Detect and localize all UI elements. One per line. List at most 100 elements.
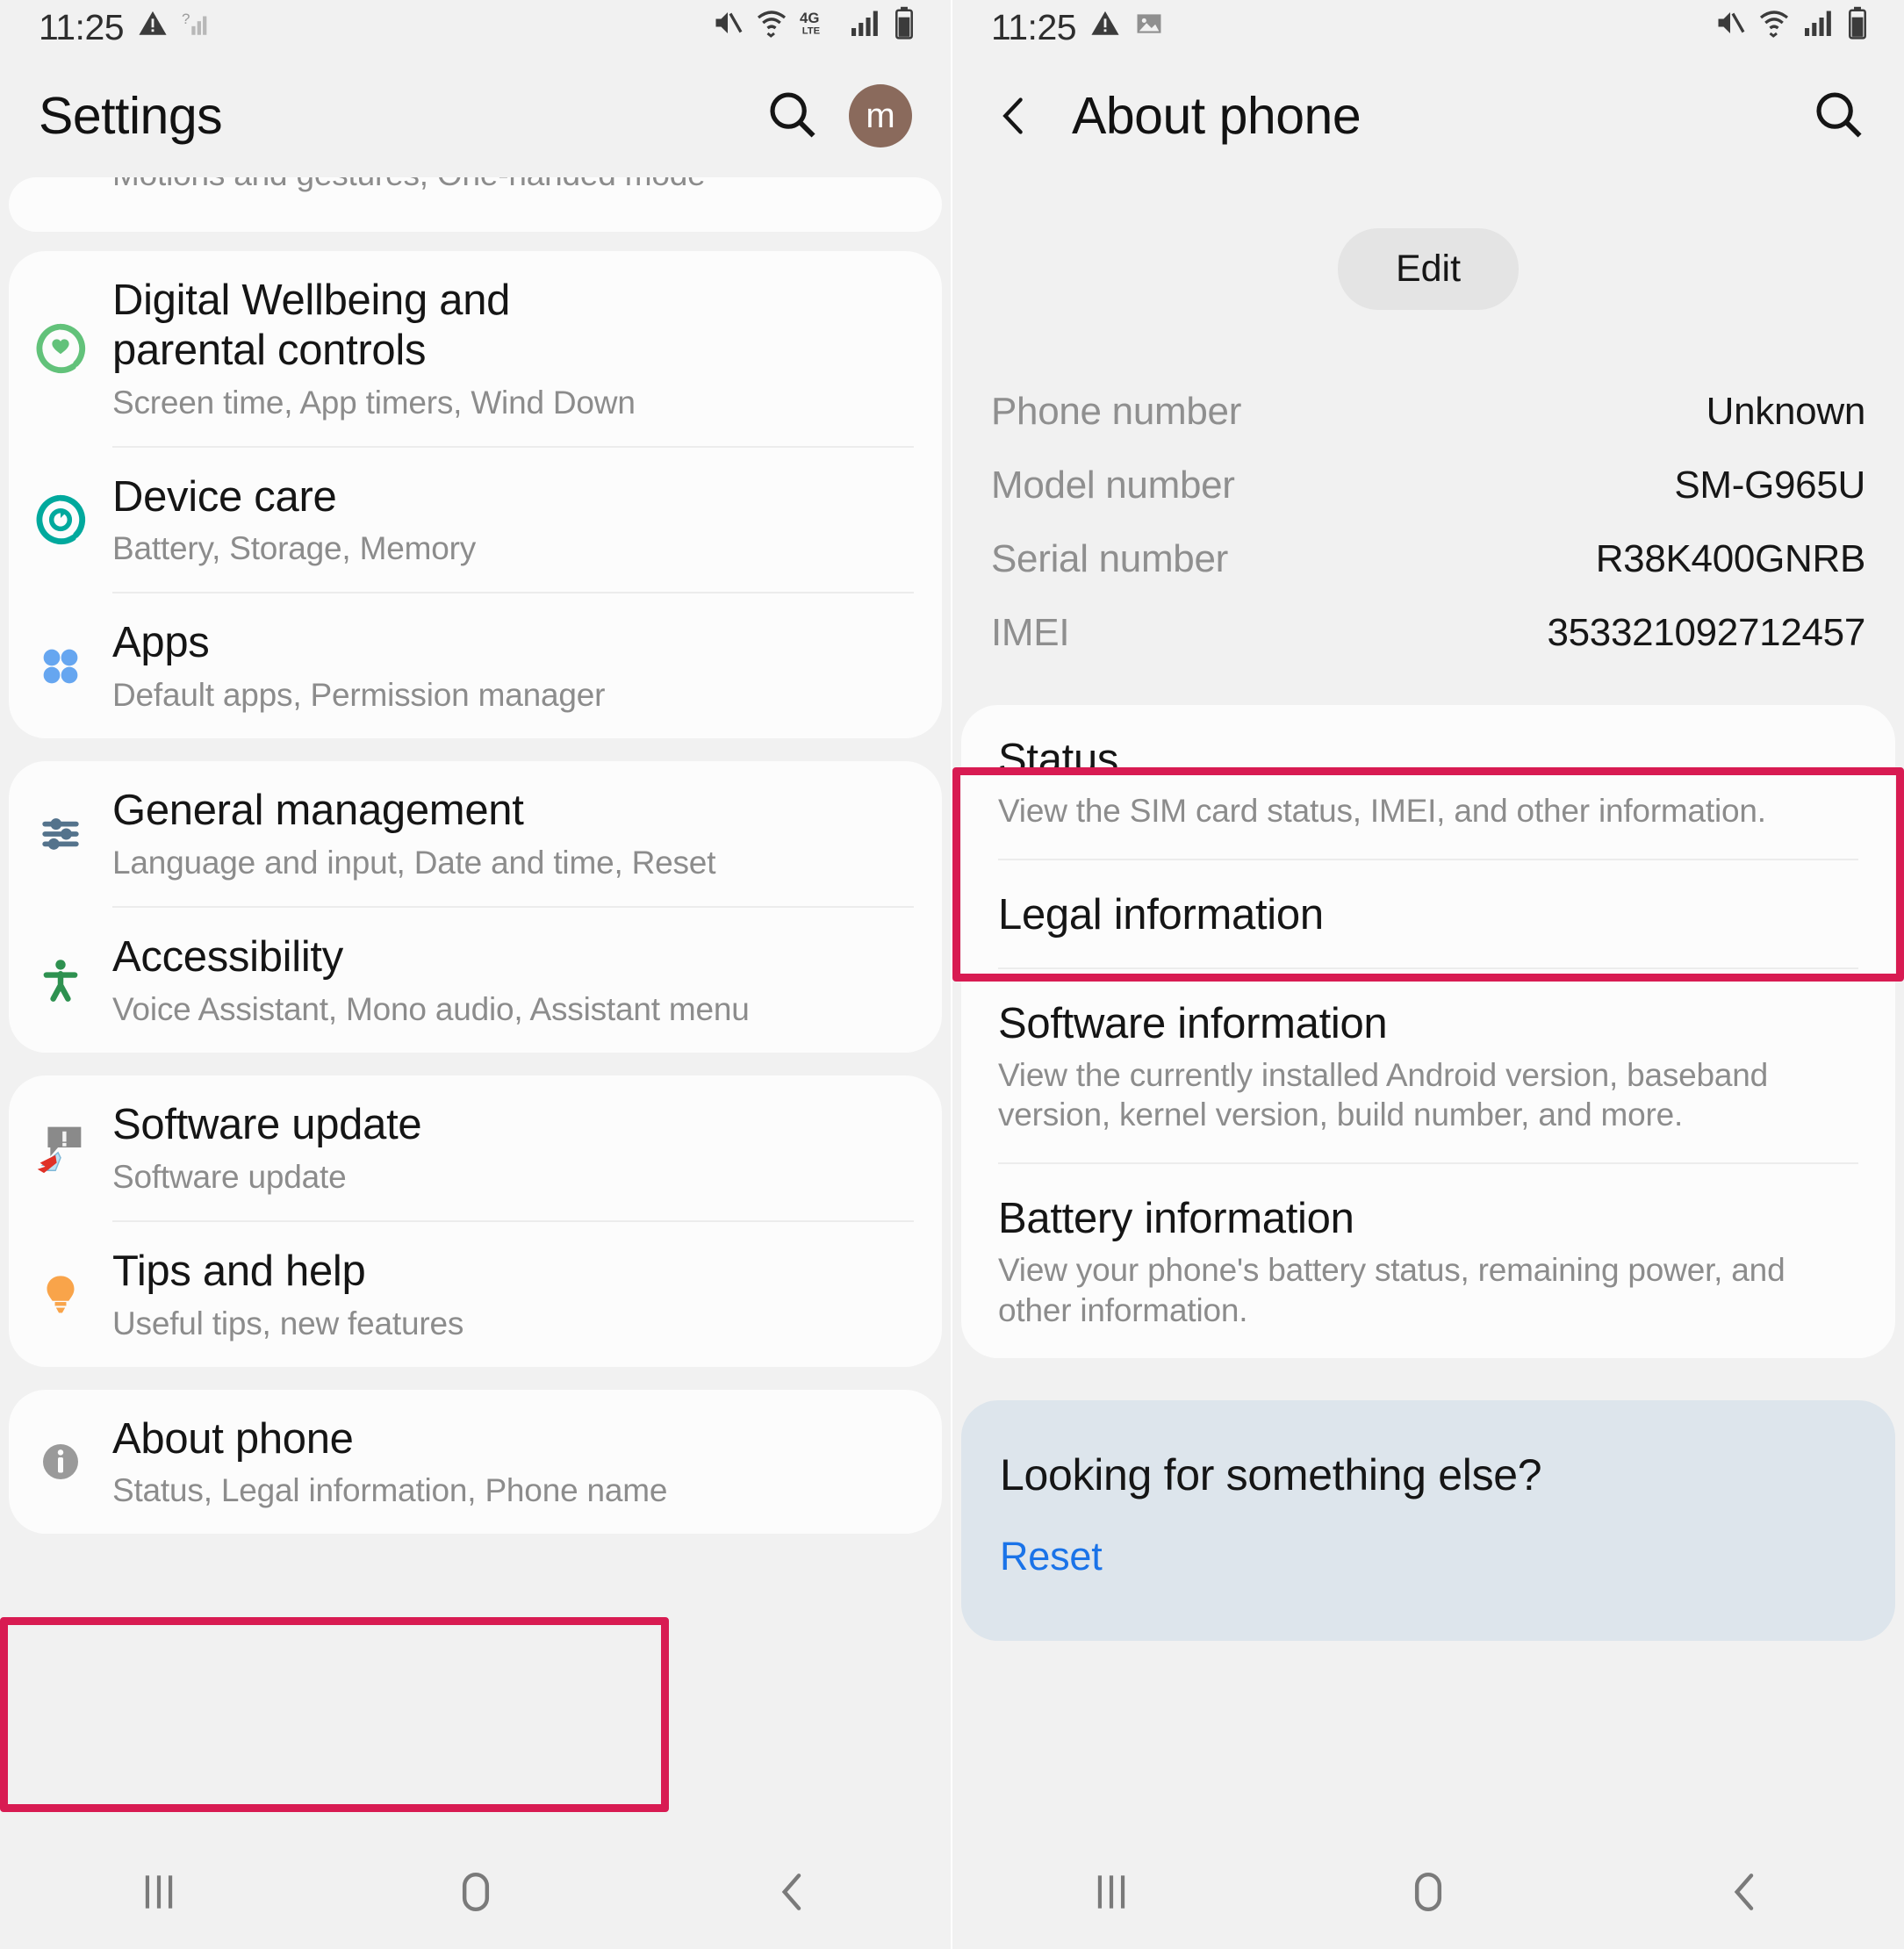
row-text: Accessibility Voice Assistant, Mono audi… <box>112 908 750 1053</box>
sidebar-item-software-update[interactable]: Software update Software update <box>9 1075 942 1220</box>
back-icon[interactable] <box>1675 1848 1815 1936</box>
row-text: General management Language and input, D… <box>112 761 715 906</box>
option-software-information[interactable]: Software information View the currently … <box>961 969 1895 1162</box>
status-time: 11:25 <box>991 6 1077 47</box>
row-title: Software update <box>112 1100 422 1148</box>
navigation-bar-left <box>0 1835 951 1949</box>
detail-row-model-number: Model number SM-G965U <box>991 449 1865 522</box>
status-bar-left-group: 11:25 <box>991 7 1164 48</box>
row-subtitle: Useful tips, new features <box>112 1305 464 1341</box>
detail-value: 353321092712457 <box>1547 611 1865 654</box>
row-title: Tips and help <box>112 1247 366 1295</box>
settings-list[interactable]: Motions and gestures, One-handed mode Di… <box>0 177 951 1844</box>
highlight-box-status <box>952 767 1904 982</box>
back-chevron-icon[interactable] <box>991 93 1037 139</box>
sidebar-item-digital-wellbeing[interactable]: Digital Wellbeing and parental controls … <box>9 251 942 446</box>
search-icon[interactable] <box>765 87 819 146</box>
row-subtitle: Status, Legal information, Phone name <box>112 1472 668 1509</box>
svg-text:?: ? <box>182 11 190 27</box>
info-circle-icon <box>9 1435 112 1488</box>
row-title: Device care <box>112 472 337 521</box>
option-title: Battery information <box>998 1195 1354 1243</box>
signal-bars-icon <box>1802 7 1834 47</box>
svg-text:LTE: LTE <box>802 26 821 37</box>
apps-icon <box>9 640 112 693</box>
back-icon[interactable] <box>722 1848 863 1936</box>
row-text: Device care Battery, Storage, Memory <box>112 448 476 593</box>
battery-icon <box>1846 6 1869 48</box>
row-title: Accessibility <box>112 933 343 982</box>
edit-button[interactable]: Edit <box>1337 228 1520 310</box>
lightbulb-icon <box>9 1267 112 1321</box>
device-details-list: Phone number Unknown Model number SM-G96… <box>952 310 1904 670</box>
no-sim-signal-icon: ? <box>182 8 212 47</box>
detail-value: SM-G965U <box>1674 464 1865 507</box>
partial-row-subtitle: Motions and gestures, One-handed mode <box>112 177 706 193</box>
sidebar-item-device-care[interactable]: Device care Battery, Storage, Memory <box>9 448 942 593</box>
home-icon[interactable] <box>1358 1848 1498 1936</box>
status-bar-right: 11:25 <box>952 0 1904 54</box>
status-bar-right-group <box>1714 6 1869 48</box>
detail-key: Serial number <box>991 537 1229 580</box>
sidebar-item-tips-and-help[interactable]: Tips and help Useful tips, new features <box>9 1222 942 1367</box>
detail-row-serial-number: Serial number R38K400GNRB <box>991 522 1865 596</box>
status-bar-right-group: 4G LTE <box>712 6 916 48</box>
header-actions: m <box>765 84 912 147</box>
software-update-icon <box>9 1117 112 1178</box>
home-icon[interactable] <box>406 1848 546 1936</box>
looking-for-something-else-card: Looking for something else? Reset <box>961 1399 1895 1641</box>
row-text: Tips and help Useful tips, new features <box>112 1222 463 1367</box>
image-icon <box>1134 8 1164 47</box>
row-subtitle: Default apps, Permission manager <box>112 677 606 714</box>
sidebar-item-about-phone[interactable]: About phone Status, Legal information, P… <box>9 1390 942 1535</box>
wifi-icon <box>756 7 787 47</box>
status-bar-left: 11:25 ? 4G LTE <box>0 0 951 54</box>
edit-button-wrap: Edit <box>952 228 1904 310</box>
sliders-icon <box>9 807 112 861</box>
settings-card-partial: Motions and gestures, One-handed mode <box>9 177 942 232</box>
page-title: About phone <box>1072 87 1362 145</box>
option-battery-information[interactable]: Battery information View your phone's ba… <box>961 1164 1895 1357</box>
settings-card-group-4: About phone Status, Legal information, P… <box>9 1389 942 1535</box>
battery-icon <box>893 6 916 48</box>
detail-value: R38K400GNRB <box>1595 537 1866 580</box>
row-title: General management <box>112 787 524 835</box>
digital-wellbeing-icon <box>9 320 112 378</box>
settings-header: Settings m <box>0 54 951 177</box>
sidebar-item-general-management[interactable]: General management Language and input, D… <box>9 761 942 906</box>
row-text: Apps Default apps, Permission manager <box>112 593 605 738</box>
about-phone-header: About phone <box>952 54 1904 177</box>
detail-key: IMEI <box>991 611 1070 654</box>
sidebar-item-accessibility[interactable]: Accessibility Voice Assistant, Mono audi… <box>9 908 942 1053</box>
row-title: About phone <box>112 1414 354 1463</box>
device-care-icon <box>9 491 112 549</box>
mute-icon <box>712 7 744 47</box>
looking-title: Looking for something else? <box>1000 1449 1542 1500</box>
row-text: Software update Software update <box>112 1075 422 1220</box>
settings-card-group-3: Software update Software update Tips and… <box>9 1075 942 1367</box>
row-subtitle: Software update <box>112 1158 347 1195</box>
wifi-icon <box>1758 7 1790 47</box>
detail-row-imei: IMEI 353321092712457 <box>991 596 1865 670</box>
4g-lte-icon: 4G LTE <box>800 7 837 47</box>
row-subtitle: Battery, Storage, Memory <box>112 530 476 567</box>
avatar[interactable]: m <box>849 84 912 147</box>
option-subtitle: View your phone's battery status, remain… <box>998 1252 1785 1328</box>
status-time: 11:25 <box>39 6 125 47</box>
dual-screenshot-container: 11:25 ? 4G LTE Settings m Digital Wellbe… <box>0 0 1904 1949</box>
warning-triangle-icon <box>138 8 168 47</box>
warning-triangle-icon <box>1090 8 1120 47</box>
accessibility-person-icon <box>9 953 112 1008</box>
status-bar-left-group: 11:25 ? <box>39 7 212 48</box>
reset-link[interactable]: Reset <box>1000 1534 1857 1579</box>
row-text: About phone Status, Legal information, P… <box>112 1390 667 1535</box>
sidebar-item-apps[interactable]: Apps Default apps, Permission manager <box>9 593 942 738</box>
signal-bars-icon <box>849 7 880 47</box>
row-title: Digital Wellbeing and parental controls <box>112 277 511 374</box>
settings-card-group-1: Digital Wellbeing and parental controls … <box>9 251 942 739</box>
search-icon[interactable] <box>1811 87 1865 146</box>
recents-icon[interactable] <box>1041 1848 1182 1936</box>
recents-icon[interactable] <box>89 1848 229 1936</box>
detail-key: Model number <box>991 464 1235 507</box>
page-title: Settings <box>39 87 223 145</box>
